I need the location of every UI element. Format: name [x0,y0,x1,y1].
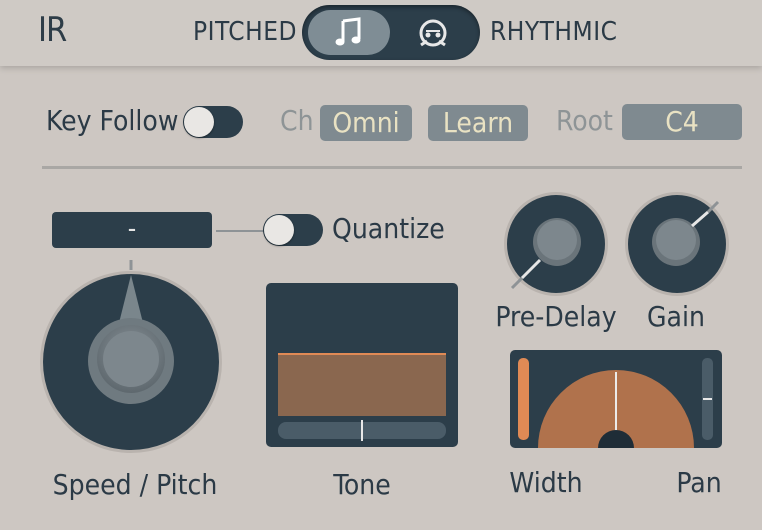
tone-slider[interactable] [278,420,446,441]
tone-label: Tone [333,468,391,501]
learn-button[interactable]: Learn [428,105,528,141]
music-note-icon [335,16,361,45]
pre-delay-label: Pre-Delay [495,300,617,333]
rhythmic-label[interactable]: RHYTHMIC [490,17,617,47]
key-follow-toggle[interactable] [183,106,243,138]
key-follow-label: Key Follow [46,104,179,137]
width-arc[interactable] [510,350,722,448]
quantize-label: Quantize [332,212,445,245]
speed-pitch-label: Speed / Pitch [52,468,218,501]
rhythmic-mode-button[interactable] [392,10,474,55]
gain-label: Gain [647,300,705,333]
tone-panel[interactable] [266,283,458,447]
toggle-knob [264,215,294,245]
speed-display[interactable]: - [52,212,212,248]
header-bar: IR PITCHED RHYTHMIC [0,0,762,66]
pitched-label[interactable]: PITCHED [193,17,297,47]
width-label: Width [509,466,583,499]
section-divider [42,166,742,169]
channel-select[interactable]: Omni [320,105,412,141]
pre-delay-knob[interactable] [500,190,612,300]
pan-slider[interactable] [702,358,713,440]
ch-label: Ch [280,104,314,137]
gain-knob[interactable] [622,190,734,300]
toggle-knob [184,107,214,137]
drum-icon [419,19,447,46]
width-pan-panel[interactable] [510,350,722,448]
pan-label: Pan [676,466,722,499]
quantize-toggle[interactable] [263,214,323,246]
speed-pitch-knob[interactable] [30,255,230,460]
quantize-link-line [216,230,264,232]
mode-switch[interactable] [302,5,480,60]
root-select[interactable]: C4 [622,104,742,140]
root-label: Root [556,104,613,137]
pitched-mode-button[interactable] [308,10,390,55]
tone-fill [278,353,446,416]
app-logo: IR [38,10,67,50]
pan-slider-handle[interactable] [703,398,712,400]
tone-slider-handle[interactable] [361,420,363,441]
